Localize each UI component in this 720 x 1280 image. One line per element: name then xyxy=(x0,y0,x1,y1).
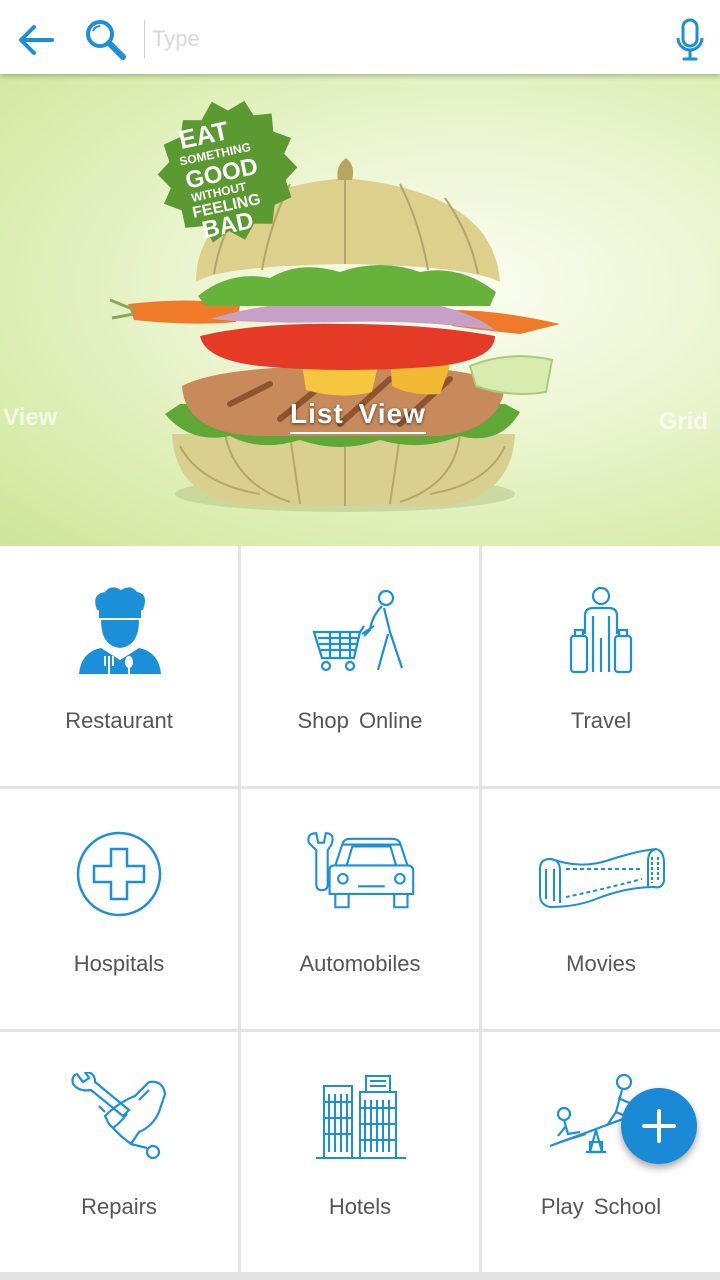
category-label: Play School xyxy=(540,1194,662,1219)
category-grid: Restaurant Shop Online Travel Hospitals xyxy=(0,546,720,1280)
category-label: Shop Online xyxy=(297,708,423,733)
category-restaurant[interactable]: Restaurant xyxy=(0,546,238,786)
category-label: Movies xyxy=(566,951,636,976)
promo-banner[interactable]: EAT SOMETHING GOOD WITHOUT FEELING BAD V… xyxy=(0,74,720,546)
medical-cross-icon xyxy=(76,831,162,917)
list-view-label[interactable]: List View xyxy=(290,398,426,434)
category-repairs[interactable]: Repairs xyxy=(0,1032,238,1272)
category-label: Hotels xyxy=(328,1194,392,1219)
film-reel-icon xyxy=(539,847,665,909)
category-hotels[interactable]: Hotels xyxy=(241,1032,479,1272)
search-input[interactable] xyxy=(152,20,652,58)
category-automobiles[interactable]: Automobiles xyxy=(241,789,479,1029)
plus-icon xyxy=(642,1109,676,1143)
category-hospitals[interactable]: Hospitals xyxy=(0,789,238,1029)
category-label: Restaurant xyxy=(65,708,173,733)
category-label: Automobiles xyxy=(299,951,421,976)
top-search-bar xyxy=(0,0,720,74)
chef-icon xyxy=(79,587,161,674)
category-travel[interactable]: Travel xyxy=(482,546,720,786)
repair-tools-icon xyxy=(71,1072,167,1160)
microphone-icon[interactable] xyxy=(674,18,706,62)
category-shop-online[interactable]: Shop Online xyxy=(241,546,479,786)
category-label: Repairs xyxy=(81,1194,157,1219)
category-movies[interactable]: Movies xyxy=(482,789,720,1029)
back-arrow-icon[interactable] xyxy=(14,18,58,62)
search-divider xyxy=(144,20,145,58)
grid-label-right[interactable]: Grid xyxy=(659,408,708,436)
category-label: Hospitals xyxy=(73,951,165,976)
burger-illustration: EAT SOMETHING GOOD WITHOUT FEELING BAD xyxy=(109,100,560,512)
car-wrench-icon xyxy=(307,832,415,909)
add-fab-button[interactable] xyxy=(621,1088,697,1164)
shopping-cart-icon xyxy=(312,589,404,672)
hotel-building-icon xyxy=(316,1075,406,1159)
view-label-left[interactable]: View xyxy=(3,404,57,432)
traveler-luggage-icon xyxy=(569,586,633,674)
search-icon[interactable] xyxy=(82,16,128,62)
category-label: Travel xyxy=(570,708,632,733)
